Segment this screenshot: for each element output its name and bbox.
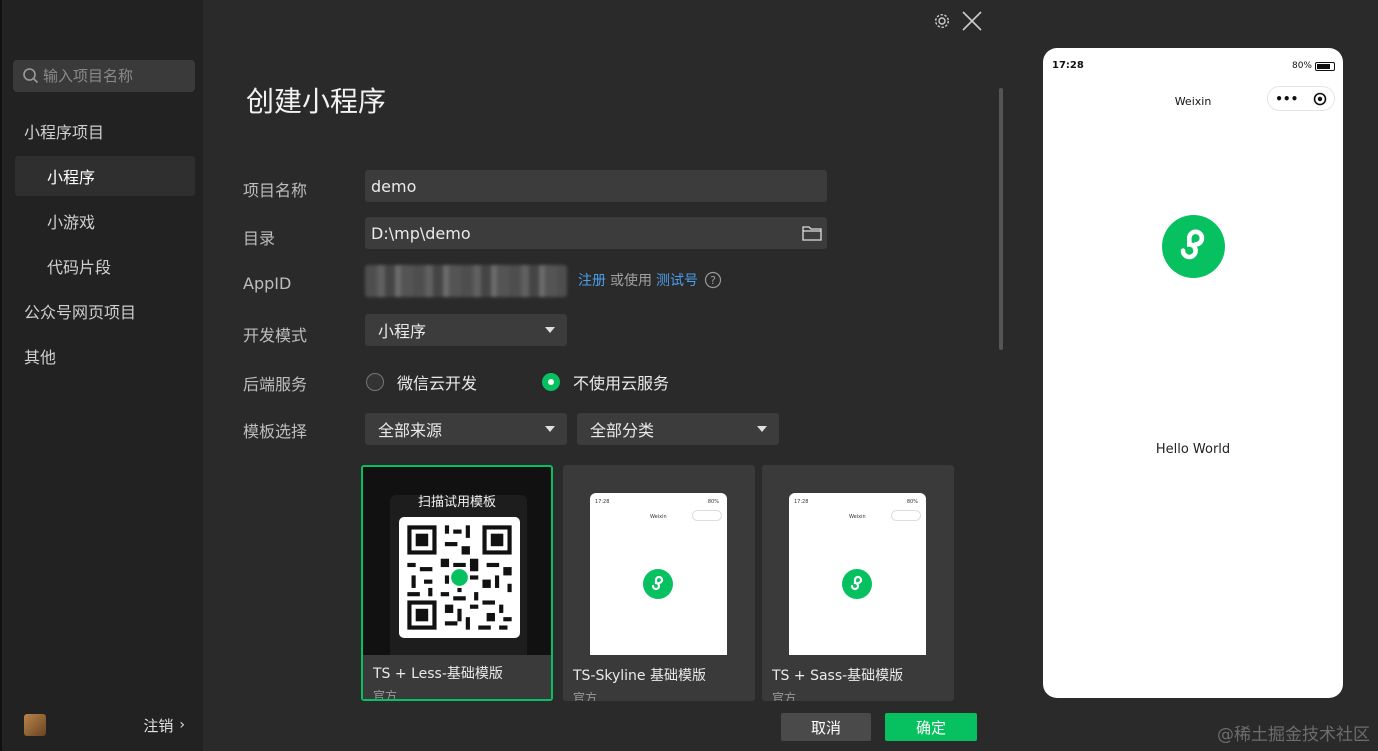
- dev-mode-label: 开发模式: [243, 326, 308, 345]
- mini-battery: 80%: [906, 499, 918, 505]
- sidebar-item-code-snippet[interactable]: 代码片段: [2, 246, 205, 286]
- create-panel: 创建小程序 项目名称 demo 目录 D:\mp\demo AppID 注册 或…: [203, 0, 1003, 751]
- template-name: TS + Sass-基础模版: [772, 668, 904, 684]
- close-icon[interactable]: [961, 10, 983, 32]
- caret-down-icon: [545, 327, 555, 333]
- radio-label: 不使用云服务: [573, 374, 670, 393]
- qr-code: [399, 517, 520, 638]
- help-icon[interactable]: ?: [704, 271, 722, 289]
- template-name: TS + Less-基础模版: [373, 666, 503, 682]
- template-card[interactable]: 扫描试用模板 TS + Less-基础模版 官方: [361, 465, 553, 701]
- mini-title: Weixin: [650, 514, 667, 520]
- dev-mode-value: 小程序: [378, 322, 427, 341]
- mini-time: 17:28: [595, 499, 610, 505]
- battery-percent: 80%: [1291, 61, 1312, 71]
- gear-icon[interactable]: [933, 12, 951, 30]
- phone-preview: 17:28 80% Weixin ••• Hello World: [1043, 48, 1343, 698]
- template-card[interactable]: 17:28 80% Weixin TS-Skyline 基础模版 官方: [563, 465, 755, 701]
- template-tag: 官方: [373, 689, 398, 701]
- radio-unchecked-icon: [366, 373, 384, 391]
- template-source-select[interactable]: 全部来源: [365, 413, 567, 445]
- sidebar-item-label: 代码片段: [47, 258, 112, 277]
- template-category-value: 全部分类: [590, 421, 655, 440]
- hello-text: Hello World: [1155, 442, 1231, 457]
- menu-capsule[interactable]: •••: [1267, 86, 1335, 111]
- search-icon: [23, 68, 39, 84]
- project-name-label: 项目名称: [243, 181, 308, 200]
- template-caption: TS + Less-基础模版 官方: [363, 655, 551, 699]
- logout-label: 注销: [143, 716, 174, 735]
- project-name-field[interactable]: demo: [365, 170, 827, 202]
- appid-field-redacted[interactable]: [365, 265, 567, 297]
- sidebar-item-label: 小游戏: [47, 213, 96, 232]
- template-category-select[interactable]: 全部分类: [577, 413, 779, 445]
- watermark: @稀土掘金技术社区: [1217, 725, 1370, 745]
- template-caption: TS-Skyline 基础模版 官方: [563, 657, 755, 701]
- mini-title: Weixin: [849, 514, 866, 520]
- template-preview: 17:28 80% Weixin: [590, 493, 727, 655]
- ok-button[interactable]: 确定: [885, 713, 977, 741]
- miniprogram-logo-icon: [1162, 215, 1225, 278]
- page-title: 创建小程序: [246, 85, 387, 118]
- sidebar-item-label: 其他: [24, 348, 57, 367]
- sidebar: 小程序项目 小程序 小游戏 代码片段 公众号网页项目 其他 注销 ›: [0, 0, 203, 751]
- radio-cloud-dev[interactable]: 微信云开发: [366, 370, 477, 394]
- dir-value: D:\mp\demo: [371, 223, 471, 243]
- search-box[interactable]: [13, 60, 195, 92]
- dev-mode-select[interactable]: 小程序: [365, 314, 567, 346]
- template-name: TS-Skyline 基础模版: [573, 668, 706, 684]
- appid-label: AppID: [243, 274, 292, 293]
- more-icon[interactable]: •••: [1275, 92, 1298, 106]
- mini-capsule: [692, 510, 722, 521]
- template-source-value: 全部来源: [378, 421, 443, 440]
- caret-down-icon: [757, 426, 767, 432]
- logout-button[interactable]: 注销 ›: [143, 715, 185, 736]
- template-card[interactable]: 17:28 80% Weixin TS + Sass-基础模版 官方: [762, 465, 954, 701]
- qr-title: 扫描试用模板: [417, 495, 496, 510]
- sidebar-item-other[interactable]: 其他: [2, 336, 205, 376]
- target-icon[interactable]: [1313, 92, 1327, 106]
- mini-battery: 80%: [707, 499, 719, 505]
- radio-checked-icon: [542, 373, 560, 391]
- register-link[interactable]: 注册: [578, 270, 606, 290]
- window-controls: [933, 10, 983, 32]
- backend-label: 后端服务: [243, 375, 308, 394]
- status-battery: 80%: [1292, 61, 1335, 71]
- mini-time: 17:28: [794, 499, 809, 505]
- template-preview: 17:28 80% Weixin: [789, 493, 926, 655]
- sidebar-item-miniprogram-project[interactable]: 小程序项目: [2, 111, 205, 151]
- search-input[interactable]: [43, 67, 183, 85]
- user-bar: 注销 ›: [2, 699, 205, 751]
- dir-label: 目录: [243, 229, 276, 248]
- sidebar-item-minigame[interactable]: 小游戏: [2, 201, 205, 241]
- status-time: 17:28: [1052, 60, 1084, 71]
- sidebar-item-label: 小程序项目: [24, 123, 105, 142]
- appid-links: 注册 或使用 测试号 ?: [578, 270, 722, 290]
- battery-icon: [1315, 61, 1335, 71]
- sidebar-item-miniprogram[interactable]: 小程序: [15, 156, 195, 196]
- dir-field[interactable]: D:\mp\demo: [365, 217, 827, 249]
- avatar[interactable]: [24, 714, 46, 736]
- miniprogram-logo-icon: [643, 569, 673, 599]
- miniprogram-logo-icon: [842, 569, 872, 599]
- radio-no-cloud[interactable]: 不使用云服务: [542, 370, 669, 394]
- sidebar-item-label: 公众号网页项目: [24, 303, 137, 322]
- cancel-button[interactable]: 取消: [781, 713, 871, 741]
- template-caption: TS + Sass-基础模版 官方: [762, 657, 954, 701]
- template-label: 模板选择: [243, 422, 308, 441]
- template-tag: 官方: [573, 691, 598, 701]
- or-use-text: 或使用: [610, 273, 652, 289]
- chevron-right-icon: ›: [179, 717, 185, 733]
- sidebar-item-official-web[interactable]: 公众号网页项目: [2, 291, 205, 331]
- app-window: 小程序项目 小程序 小游戏 代码片段 公众号网页项目 其他 注销 › 创建小程序: [0, 0, 1378, 751]
- sidebar-item-label: 小程序: [47, 168, 96, 187]
- template-tag: 官方: [772, 691, 797, 701]
- radio-label: 微信云开发: [397, 374, 478, 393]
- project-name-value: demo: [371, 176, 417, 196]
- folder-icon[interactable]: [797, 221, 827, 245]
- mini-capsule: [891, 510, 921, 521]
- caret-down-icon: [545, 426, 555, 432]
- svg-text:?: ?: [710, 274, 716, 287]
- test-account-link[interactable]: 测试号: [656, 270, 698, 290]
